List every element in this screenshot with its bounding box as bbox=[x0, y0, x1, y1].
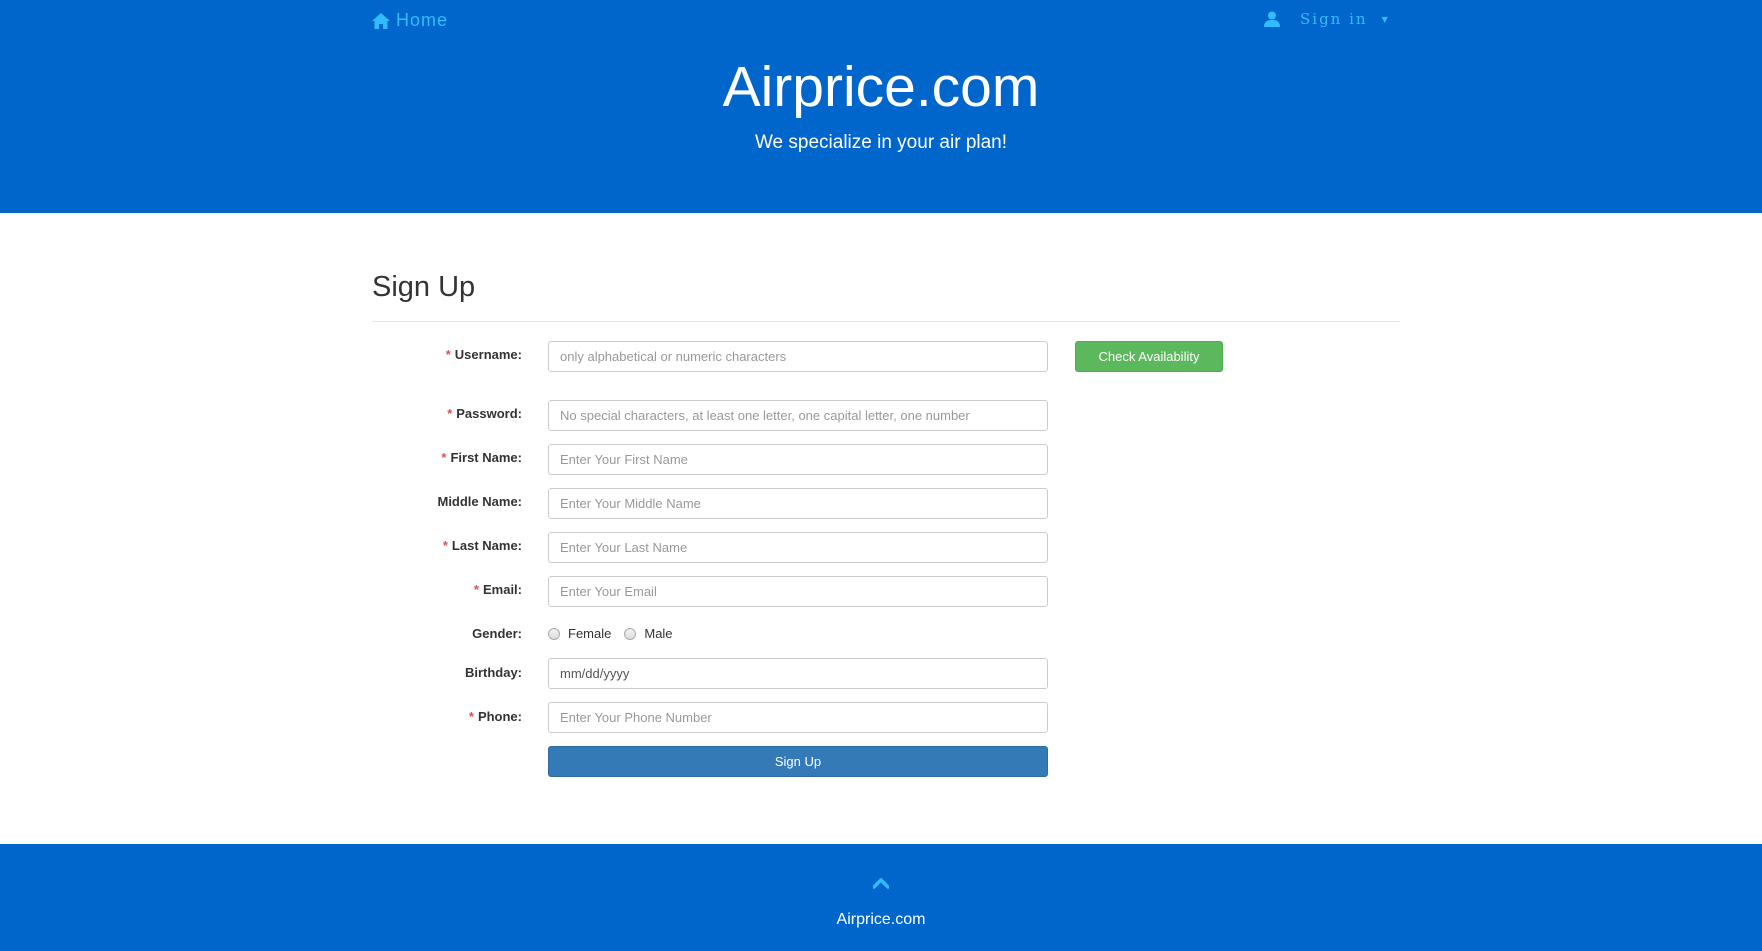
site-header: Home Sign in ▼ Airprice.com We specializ… bbox=[0, 0, 1762, 213]
phone-label: * Phone: bbox=[468, 709, 522, 724]
site-tagline: We specialize in your air plan! bbox=[754, 132, 1008, 153]
caret-down-icon: ▼ bbox=[1381, 14, 1390, 24]
nav-signin-dropdown[interactable]: Sign in ▼ bbox=[1264, 10, 1390, 28]
nav-home-label[interactable]: Home bbox=[396, 10, 448, 31]
sign-up-button[interactable]: Sign Up bbox=[548, 746, 1048, 777]
gender-female-radio[interactable] bbox=[548, 627, 560, 640]
middle-name-label: Middle Name: bbox=[437, 494, 522, 509]
chevron-up-icon[interactable] bbox=[873, 877, 889, 889]
site-footer: Airprice.com bbox=[0, 844, 1762, 951]
birthday-input[interactable] bbox=[548, 658, 1048, 689]
phone-input[interactable] bbox=[548, 702, 1048, 733]
required-marker: * bbox=[441, 450, 447, 465]
site-title: Airprice.com bbox=[722, 55, 1040, 119]
first-name-label: * First Name: bbox=[441, 450, 522, 465]
required-marker: * bbox=[468, 709, 474, 724]
home-icon bbox=[372, 12, 390, 29]
password-input[interactable] bbox=[548, 400, 1048, 431]
last-name-label: * Last Name: bbox=[442, 538, 522, 553]
heading-divider bbox=[372, 321, 1400, 322]
required-marker: * bbox=[473, 582, 479, 597]
user-icon bbox=[1264, 11, 1280, 27]
first-name-input[interactable] bbox=[548, 444, 1048, 475]
gender-female-label[interactable]: Female bbox=[568, 626, 611, 641]
password-label: * Password: bbox=[447, 406, 522, 421]
required-marker: * bbox=[445, 347, 451, 362]
nav-signin-label[interactable]: Sign in bbox=[1300, 10, 1368, 28]
footer-brand: Airprice.com bbox=[836, 911, 926, 928]
email-label: * Email: bbox=[473, 582, 522, 597]
birthday-label: Birthday: bbox=[464, 665, 522, 680]
gender-male-radio[interactable] bbox=[624, 627, 637, 640]
gender-male-label[interactable]: Male bbox=[644, 626, 672, 641]
middle-name-input[interactable] bbox=[548, 488, 1048, 519]
page-title: Sign Up bbox=[372, 271, 476, 303]
required-marker: * bbox=[447, 406, 453, 421]
gender-label: Gender: bbox=[472, 626, 522, 641]
email-input[interactable] bbox=[548, 576, 1048, 607]
gender-radio-group: Female Male bbox=[548, 626, 686, 641]
last-name-input[interactable] bbox=[548, 532, 1048, 563]
check-availability-button[interactable]: Check Availability bbox=[1075, 341, 1223, 372]
nav-home-link[interactable]: Home bbox=[372, 10, 448, 31]
username-input[interactable] bbox=[548, 341, 1048, 372]
username-label: * Username: bbox=[445, 347, 522, 362]
required-marker: * bbox=[442, 538, 448, 553]
